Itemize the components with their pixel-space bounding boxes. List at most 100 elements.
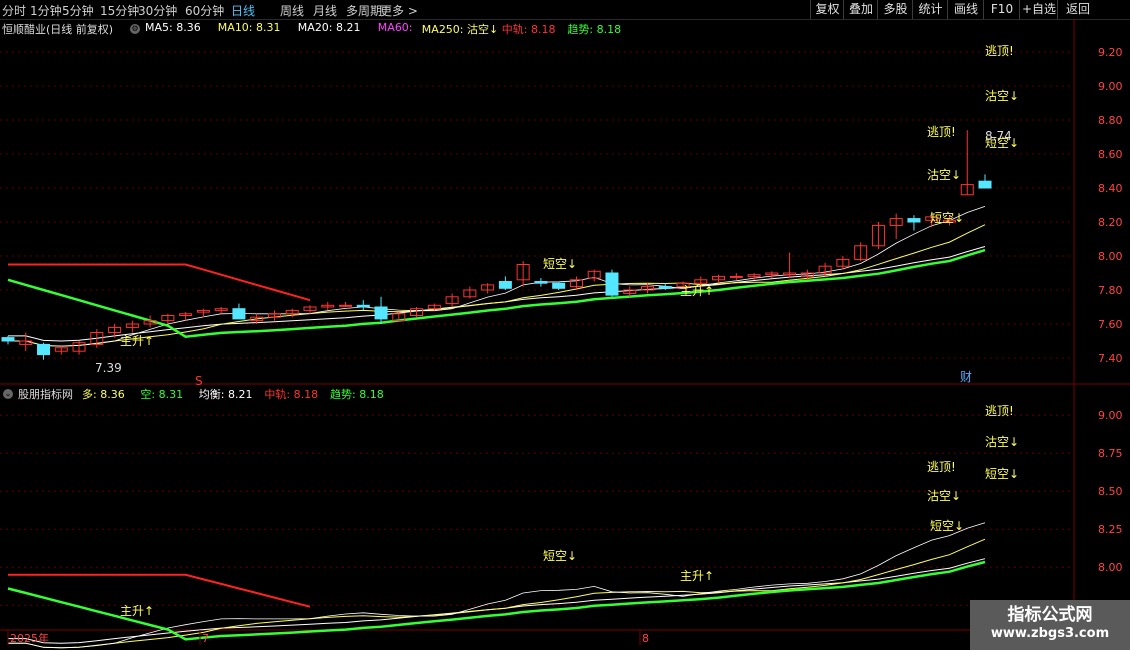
toolbar-button[interactable]: 复权 [810, 0, 844, 19]
period-tab[interactable]: 60分钟 [185, 2, 224, 19]
signal-label: 短空↓ [930, 211, 964, 225]
candle-body [1, 337, 15, 342]
period-toolbar: 分时 1分钟 5分钟 15分钟 30分钟 60分钟 日线 周线 月线 多周期 更多 > 复权 叠加 多股… [0, 0, 1130, 20]
candle-body [498, 281, 512, 289]
candle-body [356, 304, 370, 308]
date-label: 2025年 [10, 631, 49, 645]
watermark: 指标公式网 www.zbgs3.com [970, 600, 1130, 650]
legend-item: 均衡: 8.21 [198, 388, 253, 401]
collapse-icon[interactable]: ⌄ [3, 389, 13, 399]
toolbar-button[interactable]: 返回 [1057, 0, 1098, 19]
candle-body [552, 282, 566, 289]
price-tick: 9.20 [1098, 46, 1123, 59]
signal-label: 逃顶! [927, 125, 956, 139]
legend-item: 中轨: 8.18 [501, 23, 556, 36]
signal-label: 逃顶! [985, 44, 1014, 58]
candle-body [978, 180, 992, 189]
legend-item: MA250: 沽空↓ [421, 23, 499, 36]
period-tab[interactable]: 30分钟 [138, 2, 177, 19]
watermark-url: www.zbgs3.com [990, 626, 1110, 641]
candle-body [232, 308, 246, 320]
period-tab[interactable]: 分时 [2, 2, 26, 19]
price-tick: 8.50 [1098, 485, 1123, 498]
sub-bear-line [8, 522, 986, 649]
price-tick: 9.00 [1098, 80, 1123, 93]
toolbar-button[interactable]: +自选 [1019, 0, 1058, 19]
price-axis: 9.20 9.00 8.80 8.60 8.40 8.20 8.00 7.80 7.60 7.40… [1098, 46, 1123, 612]
watermark-title: 指标公式网 [1007, 605, 1093, 625]
candle-body [729, 275, 743, 278]
sub-midrail-line [8, 573, 311, 608]
candle-body [37, 343, 51, 356]
period-tab[interactable]: 更多 > [380, 2, 418, 19]
signal-label: 短空↓ [930, 519, 964, 533]
period-tab[interactable]: 1分钟 [30, 2, 62, 19]
price-tick: 8.00 [1098, 250, 1123, 263]
legend-item: 中轨: 8.18 [264, 388, 319, 401]
period-tab[interactable]: 多周期 [346, 2, 382, 19]
signal-label: 主升↑ [120, 334, 154, 348]
period-tab[interactable]: 日线 [231, 2, 255, 19]
low-price-label: 7.39 [95, 361, 122, 375]
ma20-line [8, 246, 986, 342]
toolbar-button[interactable]: 画线 [947, 0, 984, 19]
signal-label: 逃顶! [927, 460, 956, 474]
legend-item: 空: 8.31 [140, 388, 184, 401]
price-tick: 8.40 [1098, 182, 1123, 195]
legend-item: 多: 8.36 [82, 388, 125, 401]
signal-label: 主升↑ [680, 569, 714, 583]
price-tick: 9.00 [1098, 409, 1123, 422]
toolbar-button[interactable]: F10 [983, 0, 1020, 19]
period-tab[interactable]: 5分钟 [62, 2, 94, 19]
signal-label: 短空↓ [985, 467, 1019, 481]
chart-area[interactable]: 9.20 9.00 8.80 8.60 8.40 8.20 8.00 7.80 7.60 7.40… [0, 19, 1130, 650]
toolbar-button[interactable]: 统计 [912, 0, 948, 19]
period-tab[interactable]: 月线 [313, 2, 337, 19]
price-tick: 8.00 [1098, 561, 1123, 574]
legend-item: MA60: [377, 21, 413, 34]
settings-icon[interactable]: ⚙ [130, 24, 140, 34]
legend-item: MA10: 8.31 [217, 21, 281, 34]
toolbar-button[interactable]: 多股 [877, 0, 913, 19]
high-price-label: 8.74 [985, 129, 1012, 143]
legend-item: MA20: 8.21 [297, 21, 361, 34]
signal-label: 沽空↓ [927, 168, 961, 182]
date-axis: 2025年 7 8 [7, 630, 649, 645]
legend-item: MA5: 8.36 [145, 21, 201, 34]
main-title: 恒顺醋业(日线 前复权) [2, 23, 114, 36]
candle-body [339, 304, 353, 307]
period-tab[interactable]: 15分钟 [100, 2, 139, 19]
date-label: 8 [642, 632, 649, 645]
ma5-line [8, 206, 986, 347]
signal-label: 主升↑ [680, 284, 714, 298]
candle-body [907, 218, 921, 223]
sub-title: 股朋指标网 [18, 388, 73, 401]
candle-body [658, 286, 672, 289]
signal-label: 沽空↓ [985, 435, 1019, 449]
signal-label: 主升↑ [120, 604, 154, 618]
candlesticks [1, 130, 992, 360]
price-tick: 8.80 [1098, 114, 1123, 127]
price-tick: 8.25 [1098, 523, 1123, 536]
signal-label: 沽空↓ [927, 489, 961, 503]
signal-labels: 逃顶!沽空↓逃顶!短空↓沽空↓短空↓短空↓主升↑主升↑7.398.74S 财逃顶!… [95, 44, 1019, 618]
price-tick: 7.40 [1098, 352, 1123, 365]
sub-balance-line [8, 558, 986, 644]
candle-body [534, 281, 548, 284]
sub-trend-line [7, 560, 986, 641]
price-tick: 7.80 [1098, 284, 1123, 297]
signal-label: 短空↓ [543, 549, 577, 563]
date-label: 7 [202, 632, 209, 645]
period-tab[interactable]: 周线 [280, 2, 304, 19]
price-tick: 7.60 [1098, 318, 1123, 331]
candle-body [605, 272, 619, 296]
price-tick: 8.60 [1098, 148, 1123, 161]
midrail-line [8, 263, 311, 302]
signal-label: 逃顶! [985, 404, 1014, 418]
toolbar-button[interactable]: 叠加 [843, 0, 878, 19]
signal-label: 短空↓ [543, 257, 577, 271]
sub-indicator-lines [7, 522, 986, 649]
indicator-lines [7, 206, 986, 347]
signal-label: 沽空↓ [985, 89, 1019, 103]
price-tick: 8.75 [1098, 447, 1123, 460]
